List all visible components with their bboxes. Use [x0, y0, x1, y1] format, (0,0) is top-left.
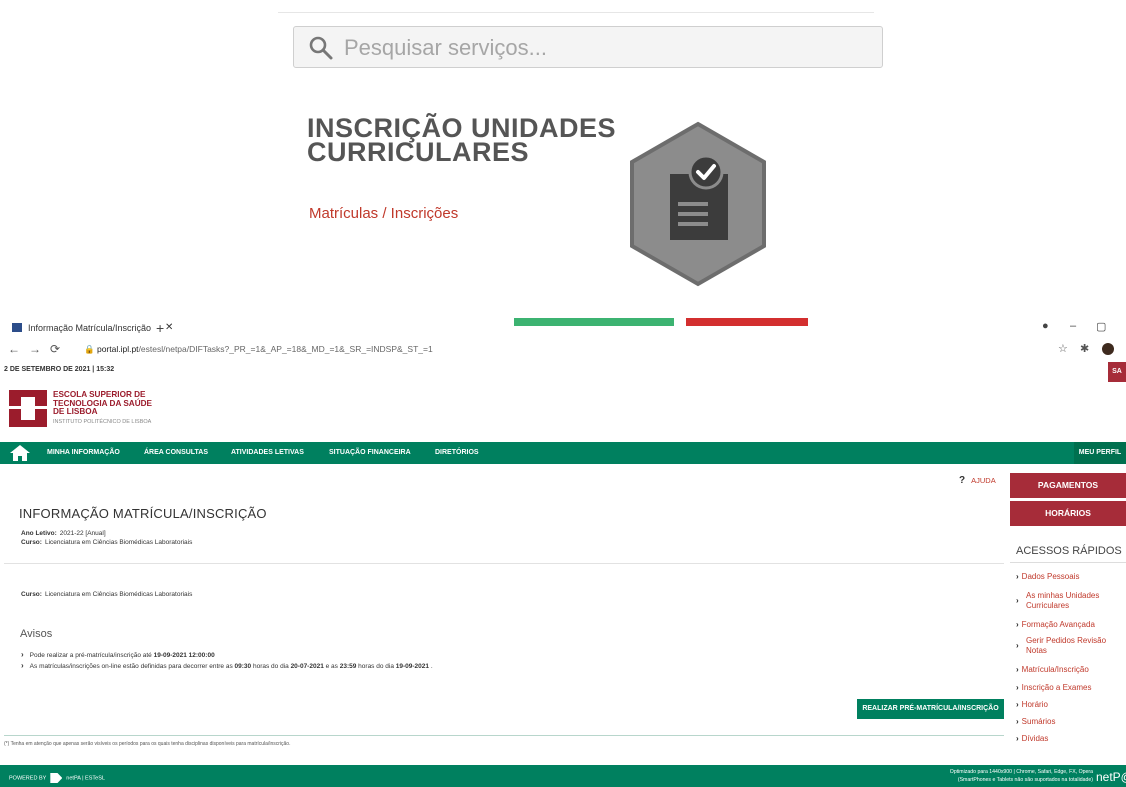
quick-link-dados-pessoais[interactable]: › Dados Pessoais — [1016, 572, 1079, 582]
quick-link-unidades-curriculares[interactable]: › As minhas Unidades Curriculares — [1016, 591, 1124, 611]
tab-favicon-icon — [12, 323, 22, 332]
chevron-right-icon: › — [1016, 620, 1019, 629]
record-icon: ● — [1042, 320, 1049, 332]
school-logo-icon — [9, 390, 47, 427]
netpa-brand: netP@ — [1096, 770, 1126, 784]
quick-link-horario[interactable]: › Horário — [1016, 700, 1048, 710]
academic-year: Ano Letivo: 2021-22 [Anual] — [21, 530, 106, 537]
notice-item: › As matrículas/inscrições on-line estão … — [21, 661, 433, 670]
help-label: AJUDA — [971, 476, 996, 485]
footnote: (*) Tenha em atenção que apenas serão vi… — [4, 741, 291, 747]
course-info-secondary: Curso: Licenciatura em Ciências Biomédica… — [21, 591, 193, 598]
enrollment-hexagon-icon — [630, 121, 766, 287]
main-nav: MINHA INFORMAÇÃO ÁREA CONSULTAS ATIVIDAD… — [0, 442, 1126, 464]
page-footer: POWERED BY netPA | ESTeSL Optimizado para… — [0, 765, 1126, 787]
quick-link-sumarios[interactable]: › Sumários — [1016, 717, 1055, 727]
search-icon — [309, 36, 333, 60]
schedules-button[interactable]: HORÁRIOS — [1010, 501, 1126, 526]
chevron-right-icon: › — [21, 661, 24, 670]
service-breadcrumb[interactable]: Matrículas / Inscrições — [309, 205, 458, 222]
address-bar: ←→⟳ 🔒 portal.ipl.pt/estesl/netpa/DIFTask… — [0, 340, 1126, 360]
current-date: 2 DE SETEMBRO DE 2021 | 15:32 — [4, 366, 115, 373]
optimization-notice: Optimizado para 1440x900 | Chrome, Safar… — [949, 769, 1093, 783]
nav-minha-informacao[interactable]: MINHA INFORMAÇÃO — [47, 449, 120, 456]
nav-atividades-letivas[interactable]: ATIVIDADES LETIVAS — [231, 449, 304, 456]
profile-avatar[interactable] — [1102, 343, 1114, 355]
screen-share-indicator[interactable] — [514, 318, 674, 326]
minimize-icon[interactable]: – — [1070, 320, 1076, 332]
url-path: /estesl/netpa/DIFTasks?_PR_=1&_AP_=18&_M… — [138, 344, 433, 354]
new-tab-icon[interactable]: + — [156, 320, 164, 336]
chevron-right-icon: › — [21, 650, 24, 659]
notices-title: Avisos — [20, 628, 53, 640]
footer-divider — [4, 735, 1004, 736]
page-title: INFORMAÇÃO MATRÍCULA/INSCRIÇÃO — [19, 506, 267, 521]
help-icon: ? — [959, 475, 966, 486]
chevron-right-icon: › — [1016, 572, 1019, 581]
top-divider — [278, 12, 874, 13]
help-link[interactable]: ? AJUDA — [959, 475, 996, 486]
payments-button[interactable]: PAGAMENTOS — [1010, 473, 1126, 498]
chevron-right-icon: › — [1016, 717, 1019, 726]
quick-access-title: ACESSOS RÁPIDOS — [1016, 545, 1122, 557]
quick-link-dividas[interactable]: › Dívidas — [1016, 734, 1048, 744]
extensions-icon[interactable]: ✱ — [1080, 342, 1089, 355]
url-domain: portal.ipl.pt — [96, 344, 139, 354]
footer-brand-link[interactable]: netPA | ESTeSL — [66, 775, 105, 781]
chevron-right-icon: › — [1016, 665, 1019, 674]
quick-link-formacao-avancada[interactable]: › Formação Avançada — [1016, 620, 1095, 630]
tab-title: Informação Matrícula/Inscrição — [28, 322, 152, 333]
browser-tab[interactable]: Informação Matrícula/Inscrição ✕ — [12, 322, 173, 333]
browser-nav-icons[interactable]: ←→⟳ — [8, 342, 69, 356]
chevron-right-icon: › — [1016, 734, 1019, 743]
school-name-line3: DE LISBOA — [53, 407, 98, 417]
url-field[interactable]: 🔒 portal.ipl.pt/estesl/netpa/DIFTasks?_P… — [84, 344, 433, 355]
course-info: Curso: Licenciatura em Ciências Biomédica… — [21, 539, 193, 546]
netpa-logo-icon — [50, 773, 63, 783]
service-title: INSCRIÇÃO UNIDADES CURRICULARES — [307, 115, 616, 167]
section-divider — [4, 563, 1004, 564]
logout-button[interactable]: SA — [1108, 362, 1126, 382]
chevron-right-icon: › — [1016, 683, 1019, 692]
nav-diretorios[interactable]: DIRETÓRIOS — [435, 449, 479, 456]
pre-enrollment-button[interactable]: REALIZAR PRÉ-MATRÍCULA/INSCRIÇÃO — [857, 699, 1004, 719]
search-bar[interactable] — [293, 26, 883, 68]
notice-item: › Pode realizar a pré-matrícula/inscrição… — [21, 650, 215, 659]
search-input[interactable] — [342, 33, 866, 63]
quick-link-matricula-inscricao[interactable]: › Matrícula/Inscrição — [1016, 665, 1089, 675]
stop-sharing-button[interactable] — [686, 318, 808, 326]
chevron-right-icon: › — [1016, 641, 1019, 650]
chevron-right-icon: › — [1016, 700, 1019, 709]
service-title-line2: CURRICULARES — [307, 137, 529, 167]
nav-situacao-financeira[interactable]: SITUAÇÃO FINANCEIRA — [329, 449, 411, 456]
quick-link-inscricao-exames[interactable]: › Inscrição a Exames — [1016, 683, 1091, 693]
maximize-icon[interactable]: ▢ — [1096, 320, 1106, 333]
tab-close-icon[interactable]: ✕ — [165, 322, 173, 333]
school-name: ESCOLA SUPERIOR DE TECNOLOGIA DA SAÚDE D… — [53, 390, 152, 426]
quick-link-revisao-notas[interactable]: › Gerir Pedidos Revisão Notas — [1016, 636, 1126, 656]
lock-icon: 🔒 — [84, 344, 95, 354]
institute-name: INSTITUTO POLITÉCNICO DE LISBOA — [53, 418, 152, 425]
quick-access-divider — [1010, 562, 1126, 563]
my-profile-button[interactable]: MEU PERFIL — [1074, 442, 1126, 464]
bookmark-star-icon[interactable]: ☆ — [1058, 342, 1068, 355]
chevron-right-icon: › — [1016, 596, 1019, 605]
powered-by: POWERED BY netPA | ESTeSL — [9, 773, 105, 783]
home-icon[interactable] — [10, 445, 30, 461]
nav-area-consultas[interactable]: ÁREA CONSULTAS — [144, 449, 208, 456]
